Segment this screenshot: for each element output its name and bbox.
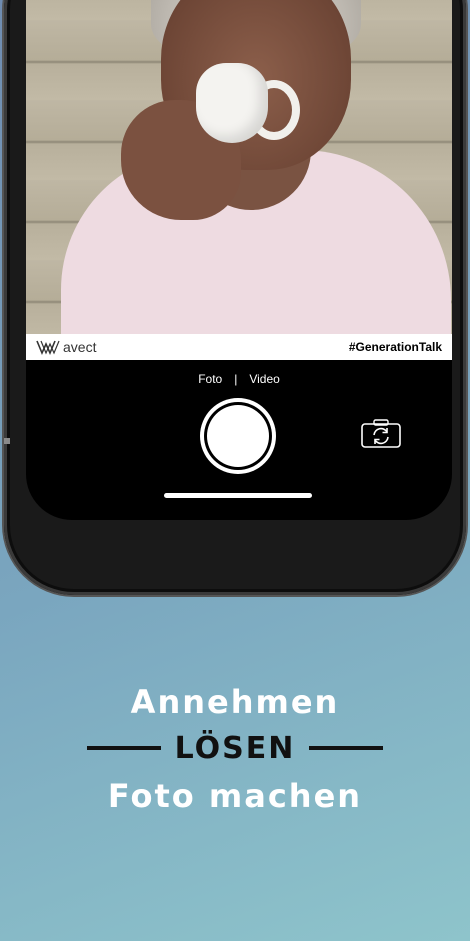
headline-annehmen: Annehmen — [130, 683, 340, 721]
mode-video[interactable]: Video — [243, 372, 285, 386]
mode-separator: | — [234, 372, 238, 386]
camera-screen: avect #GenerationTalk Foto | Video — [26, 0, 452, 520]
camera-flip-icon — [361, 419, 401, 448]
phone-side-button — [4, 438, 10, 444]
hashtag-label: #GenerationTalk — [348, 340, 442, 354]
wavect-logo: avect — [36, 338, 96, 356]
mode-foto[interactable]: Foto — [192, 372, 228, 386]
home-indicator[interactable] — [164, 493, 312, 498]
headline-loesen: LÖSEN — [174, 730, 296, 766]
photo-cup — [196, 63, 268, 143]
phone-frame: avect #GenerationTalk Foto | Video — [4, 0, 466, 595]
wavect-logo-text: avect — [63, 339, 97, 355]
headline-foto-machen: Foto machen — [107, 777, 363, 815]
headline-loesen-row: LÖSEN — [0, 728, 470, 768]
wavect-w-icon — [36, 340, 60, 356]
divider-right — [309, 746, 384, 750]
watermark-bar: avect #GenerationTalk — [26, 334, 452, 360]
camera-flip-button[interactable] — [360, 419, 402, 449]
camera-preview-photo — [26, 0, 452, 334]
camera-mode-switcher: Foto | Video — [26, 372, 452, 386]
divider-left — [86, 746, 161, 750]
shutter-button[interactable] — [200, 398, 276, 474]
